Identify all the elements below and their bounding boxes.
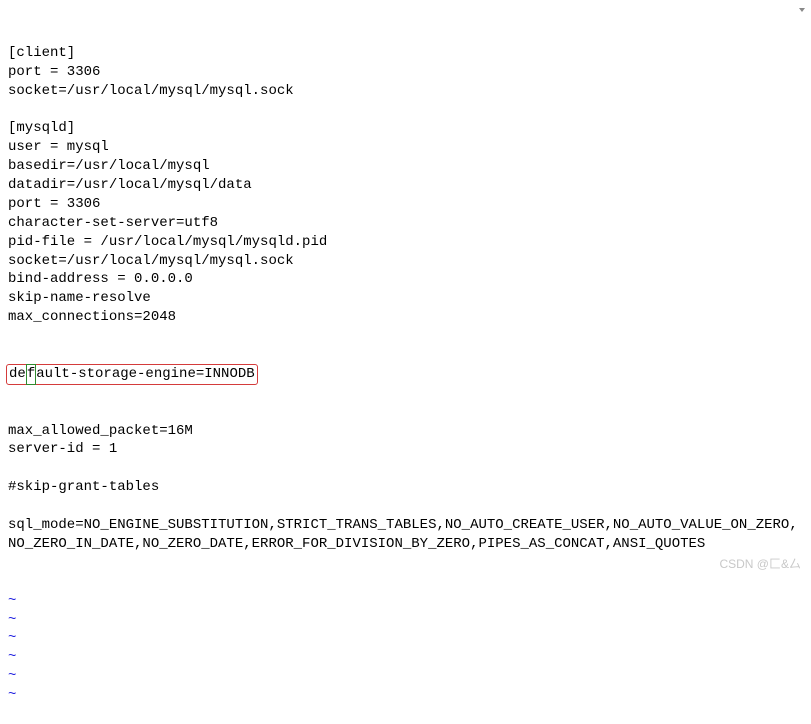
empty-line-tilde: ~ [8, 648, 803, 667]
config-line: pid-file = /usr/local/mysql/mysqld.pid [8, 233, 803, 252]
scroll-up-indicator [799, 8, 805, 12]
config-line: max_connections=2048 [8, 308, 803, 327]
config-line: max_allowed_packet=16M [8, 422, 803, 441]
highlight-box: default-storage-engine=INNODB [6, 364, 258, 385]
config-line [8, 100, 803, 119]
config-line: bind-address = 0.0.0.0 [8, 270, 803, 289]
empty-line-tilde: ~ [8, 629, 803, 648]
config-line: skip-name-resolve [8, 289, 803, 308]
editor-content[interactable]: [client]port = 3306socket=/usr/local/mys… [8, 6, 803, 724]
hl-post: ault-storage-engine=INNODB [36, 366, 254, 382]
empty-line-tilde: ~ [8, 686, 803, 705]
config-line [8, 459, 803, 478]
config-line: socket=/usr/local/mysql/mysql.sock [8, 82, 803, 101]
config-line: sql_mode=NO_ENGINE_SUBSTITUTION,STRICT_T… [8, 516, 803, 554]
config-line: [client] [8, 44, 803, 63]
config-line: socket=/usr/local/mysql/mysql.sock [8, 252, 803, 271]
empty-line-tilde: ~ [8, 592, 803, 611]
config-line: datadir=/usr/local/mysql/data [8, 176, 803, 195]
empty-line-tilde: ~ [8, 611, 803, 630]
config-line [8, 497, 803, 516]
config-line: port = 3306 [8, 195, 803, 214]
config-line: [mysqld] [8, 119, 803, 138]
config-line: server-id = 1 [8, 440, 803, 459]
highlighted-line: default-storage-engine=INNODB [8, 365, 803, 384]
config-line: port = 3306 [8, 63, 803, 82]
empty-line-tilde: ~ [8, 667, 803, 686]
config-line: user = mysql [8, 138, 803, 157]
config-line: #skip-grant-tables [8, 478, 803, 497]
hl-pre: de [9, 366, 26, 382]
watermark: CSDN @匚&厶 [719, 556, 801, 572]
cursor-position: f [26, 364, 36, 385]
config-line: basedir=/usr/local/mysql [8, 157, 803, 176]
config-line: character-set-server=utf8 [8, 214, 803, 233]
